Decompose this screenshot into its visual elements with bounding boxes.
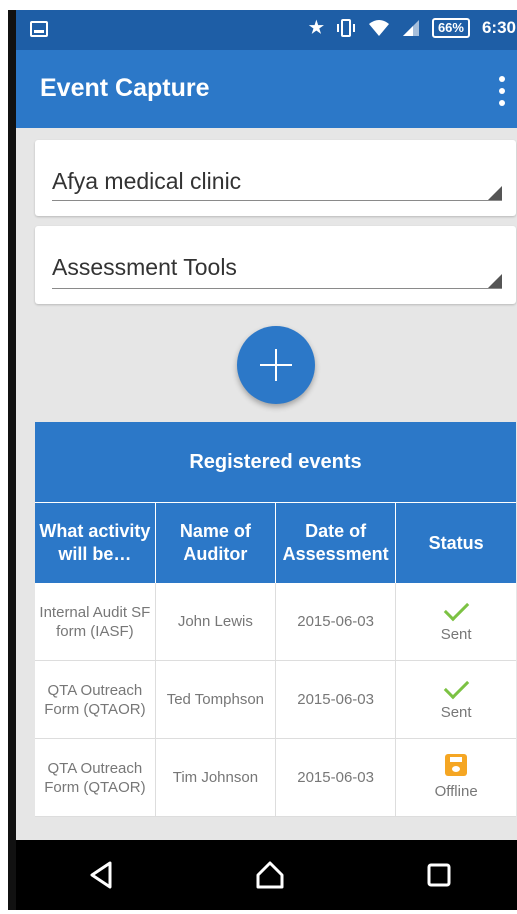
status-cell: Sent — [395, 660, 516, 739]
divider — [52, 288, 502, 289]
dropdown-arrow-icon — [488, 274, 502, 288]
activity-cell: Internal Audit SF form (IASF) — [35, 583, 156, 661]
program-select[interactable]: Assessment Tools — [35, 226, 516, 304]
app-bar: Event Capture — [16, 50, 517, 128]
vibrate-icon — [336, 19, 355, 37]
date-cell: 2015-06-03 — [275, 583, 397, 661]
check-icon — [443, 595, 469, 621]
add-event-button[interactable] — [237, 326, 315, 404]
battery-icon: 66% — [431, 18, 470, 38]
table-title: Registered events — [35, 422, 516, 503]
star-icon: ★ — [308, 18, 324, 37]
date-cell: 2015-06-03 — [275, 660, 397, 739]
auditor-cell: Tim Johnson — [155, 738, 277, 817]
status-cell: Offline — [395, 738, 516, 817]
org-unit-value: Afya medical clinic — [52, 168, 242, 194]
phone-screen: ★ 66% 6:30 Event Capture Afya medical cl… — [8, 10, 517, 910]
status-label: Sent — [440, 703, 472, 721]
save-icon — [445, 754, 468, 776]
activity-cell: QTA Outreach Form (QTAOR) — [35, 738, 156, 817]
registered-events-table: Registered events What activity will be…… — [35, 422, 516, 817]
table-row[interactable]: QTA Outreach Form (QTAOR) Tim Johnson 20… — [35, 738, 516, 817]
status-label: Sent — [440, 625, 472, 643]
activity-cell: QTA Outreach Form (QTAOR) — [35, 660, 156, 739]
wifi-icon — [368, 20, 389, 36]
table-row[interactable]: QTA Outreach Form (QTAOR) Ted Tomphson 2… — [35, 660, 516, 739]
dropdown-arrow-icon — [488, 186, 502, 200]
program-value: Assessment Tools — [52, 254, 237, 280]
column-header-auditor[interactable]: Name of Auditor — [155, 503, 277, 583]
app-title: Event Capture — [40, 74, 210, 102]
status-bar: ★ 66% 6:30 — [16, 10, 517, 50]
recents-icon[interactable] — [419, 855, 459, 895]
home-icon[interactable] — [250, 855, 290, 895]
status-icons: ★ 66% 6:30 — [309, 18, 516, 38]
column-header-date[interactable]: Date of Assessment — [275, 503, 397, 583]
auditor-cell: John Lewis — [155, 583, 277, 661]
org-unit-select[interactable]: Afya medical clinic — [35, 140, 516, 216]
device-frame: ★ 66% 6:30 Event Capture Afya medical cl… — [0, 0, 517, 914]
date-cell: 2015-06-03 — [275, 738, 397, 817]
status-label: Offline — [434, 783, 478, 800]
navigation-bar — [16, 840, 517, 910]
auditor-cell: Ted Tomphson — [155, 660, 277, 739]
signal-icon — [402, 20, 419, 36]
divider — [52, 200, 502, 201]
column-header-status[interactable]: Status — [395, 503, 516, 583]
back-icon[interactable] — [81, 855, 121, 895]
clock: 6:30 — [481, 18, 516, 37]
image-icon — [30, 21, 48, 37]
check-icon — [443, 673, 469, 699]
more-vert-icon[interactable] — [496, 76, 508, 106]
column-header-activity[interactable]: What activity will be… — [35, 503, 156, 583]
status-cell: Sent — [395, 583, 516, 661]
table-row[interactable]: Internal Audit SF form (IASF) John Lewis… — [35, 583, 516, 661]
